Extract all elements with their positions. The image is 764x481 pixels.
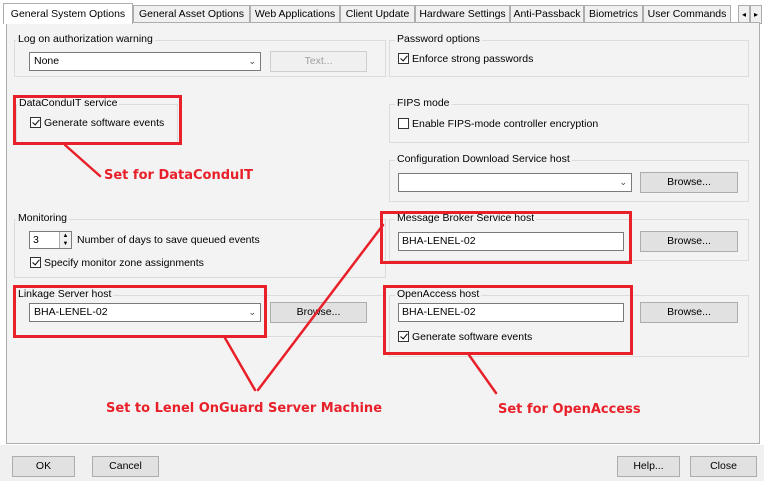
annotation-lenel-server: Set to Lenel OnGuard Server Machine	[106, 401, 383, 416]
tab-general-system-options[interactable]: General System Options	[3, 3, 133, 24]
arrow-openaccess	[467, 353, 498, 395]
help-button[interactable]: Help...	[617, 456, 680, 477]
arrow-message-broker	[256, 223, 385, 392]
close-button[interactable]: Close	[690, 456, 757, 477]
annotation-openaccess: Set for OpenAccess	[498, 402, 641, 417]
cancel-button[interactable]: Cancel	[92, 456, 159, 477]
annotation-dataconduit: Set for DataConduIT	[104, 168, 253, 183]
ok-button[interactable]: OK	[12, 456, 75, 477]
arrow-dataconduit	[63, 143, 102, 178]
arrow-linkage	[223, 336, 257, 392]
